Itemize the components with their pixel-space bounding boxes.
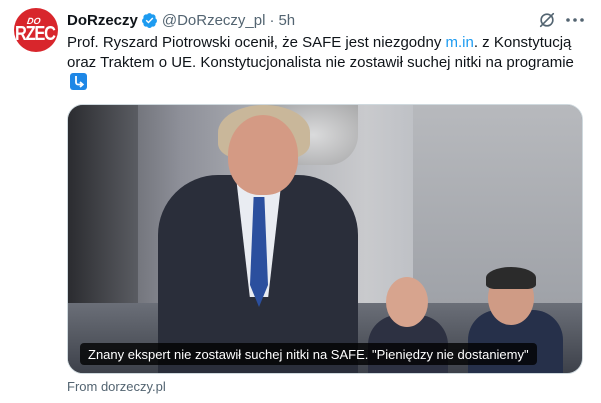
person-seated-1-head	[386, 277, 428, 327]
more-options-icon[interactable]	[565, 11, 585, 29]
tweet-header: DoRzeczy @DoRzeczy_pl · 5h	[67, 10, 295, 30]
grok-icon[interactable]	[538, 11, 556, 29]
tweet-text-part-1: Prof. Ryszard Piotrowski ocenił, że SAFE…	[67, 34, 446, 51]
verified-badge-icon	[141, 12, 157, 28]
author-name[interactable]: DoRzeczy	[67, 12, 138, 29]
header-separator: ·	[269, 11, 275, 29]
media-card-image[interactable]: Znany ekspert nie zostawił suchej nitki …	[67, 104, 583, 374]
author-avatar[interactable]: DO RZEC	[14, 8, 58, 52]
person-seated-2-hair	[486, 267, 536, 289]
author-handle[interactable]: @DoRzeczy_pl	[162, 12, 266, 29]
tweet[interactable]: DO RZEC DoRzeczy @DoRzeczy_pl · 5h Prof.…	[0, 0, 601, 403]
tweet-inline-link[interactable]: m.in	[446, 34, 474, 51]
tweet-timestamp[interactable]: 5h	[278, 12, 295, 29]
avatar-logo-main-text: RZEC	[15, 23, 56, 45]
tweet-text: Prof. Ryszard Piotrowski ocenił, że SAFE…	[67, 33, 587, 93]
speaker-head	[228, 115, 298, 195]
card-source-link[interactable]: From dorzeczy.pl	[67, 379, 166, 394]
arrow-heading-down-icon	[70, 73, 87, 90]
media-caption: Znany ekspert nie zostawił suchej nitki …	[80, 343, 537, 365]
